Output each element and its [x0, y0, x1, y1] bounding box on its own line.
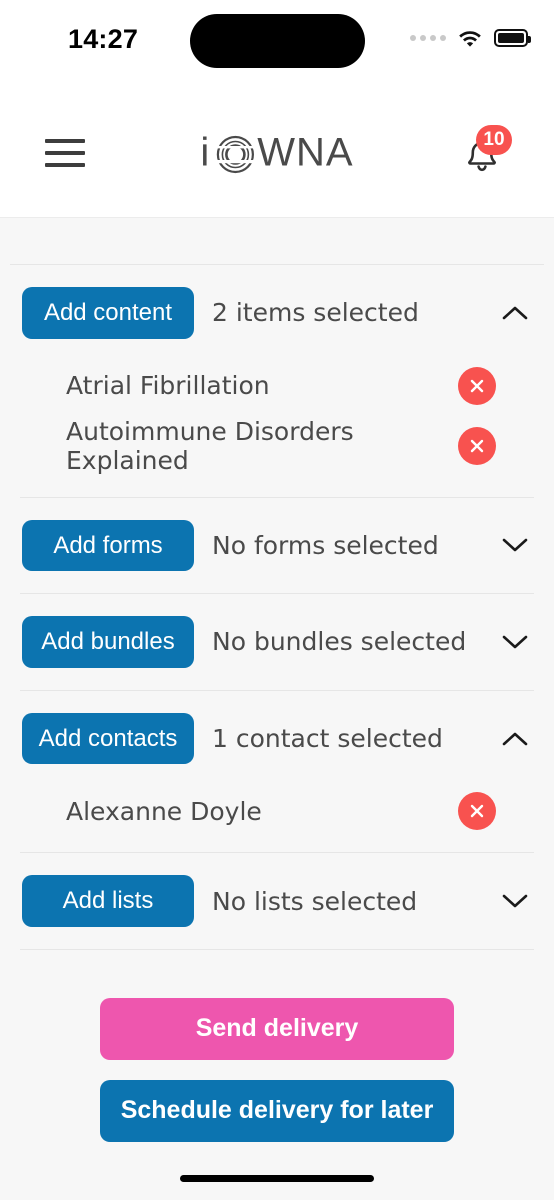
- section-contacts: Add contacts 1 contact selected Alexanne D…: [10, 691, 544, 854]
- chevron-down-icon[interactable]: [498, 634, 532, 650]
- remove-x-icon[interactable]: [458, 366, 496, 405]
- notifications-button[interactable]: 10: [454, 124, 512, 181]
- logo-text-right: WNA: [257, 130, 354, 174]
- notification-badge: 10: [476, 124, 512, 155]
- section-header-contacts: Add contacts 1 contact selected: [10, 691, 544, 787]
- selected-item-name: Alexanne Doyle: [66, 796, 262, 826]
- section-summary-forms: No forms selected: [212, 530, 439, 560]
- remove-x-icon[interactable]: [458, 792, 496, 831]
- add-contacts-button[interactable]: Add contacts: [22, 712, 194, 765]
- section-summary-contacts: 1 contact selected: [212, 724, 443, 754]
- selected-items-contacts: Alexanne Doyle: [10, 786, 544, 852]
- battery-full-icon: [494, 29, 531, 47]
- app-header: i WNA 10: [0, 88, 554, 218]
- status-bar-indicators: [410, 28, 531, 48]
- chevron-down-icon[interactable]: [498, 893, 532, 909]
- section-forms: Add forms No forms selected: [10, 498, 544, 595]
- section-header-forms: Add forms No forms selected: [10, 498, 544, 594]
- logo-text-left: i: [200, 130, 211, 174]
- signal-dots-icon: [410, 35, 446, 41]
- selection-sections: Add content 2 items selected Atrial Fibril…: [0, 265, 554, 950]
- content-top-spacer: [0, 218, 554, 264]
- selected-items-content: Atrial Fibrillation Autoimmune Disorders …: [10, 361, 544, 497]
- section-content: Add content 2 items selected Atrial Fibril…: [10, 265, 544, 498]
- list-item: Atrial Fibrillation: [22, 361, 532, 411]
- send-delivery-button[interactable]: Send delivery: [100, 997, 454, 1060]
- phone-screen: 14:27 i WNA 10 Add content 2 items selec…: [0, 0, 554, 1200]
- section-summary-content: 2 items selected: [212, 298, 419, 328]
- list-item: Alexanne Doyle: [22, 786, 532, 836]
- section-summary-lists: No lists selected: [212, 886, 418, 916]
- section-lists: Add lists No lists selected: [10, 853, 544, 950]
- section-header-lists: Add lists No lists selected: [10, 853, 544, 949]
- action-buttons: Send delivery Schedule delivery for late…: [0, 950, 554, 1142]
- hamburger-menu-icon[interactable]: [45, 138, 85, 167]
- dynamic-island: [190, 14, 365, 68]
- add-lists-button[interactable]: Add lists: [22, 875, 194, 927]
- add-content-button[interactable]: Add content: [22, 287, 194, 339]
- remove-x-icon[interactable]: [458, 426, 496, 465]
- section-header-bundles: Add bundles No bundles selected: [10, 594, 544, 690]
- wifi-icon: [459, 31, 481, 47]
- status-bar: 14:27: [0, 0, 554, 88]
- selected-item-name: Atrial Fibrillation: [66, 371, 270, 401]
- schedule-delivery-button[interactable]: Schedule delivery for later: [100, 1079, 454, 1142]
- delivery-builder: Add content 2 items selected Atrial Fibril…: [0, 218, 554, 1200]
- status-bar-time: 14:27: [68, 24, 139, 54]
- add-bundles-button[interactable]: Add bundles: [22, 616, 194, 668]
- app-logo: i WNA: [200, 130, 353, 175]
- add-forms-button[interactable]: Add forms: [22, 519, 194, 572]
- chevron-down-icon[interactable]: [498, 537, 532, 553]
- chevron-up-icon[interactable]: [498, 731, 532, 747]
- list-item: Autoimmune Disorders Explained: [22, 411, 532, 481]
- home-indicator: [180, 1175, 374, 1182]
- selected-item-name: Autoimmune Disorders Explained: [66, 416, 354, 475]
- section-summary-bundles: No bundles selected: [212, 627, 467, 657]
- section-bundles: Add bundles No bundles selected: [10, 594, 544, 691]
- section-header-content: Add content 2 items selected: [10, 265, 544, 361]
- concentric-circle-o-icon: [215, 133, 255, 174]
- chevron-up-icon[interactable]: [498, 305, 532, 321]
